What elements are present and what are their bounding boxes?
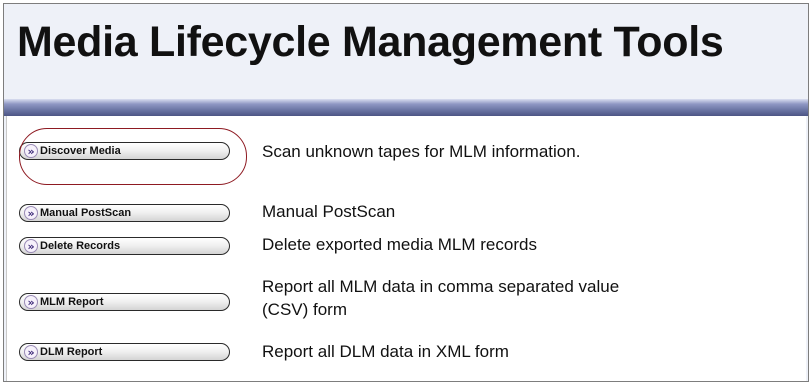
double-chevron-right-icon: » <box>24 206 38 220</box>
delete-records-button[interactable]: » Delete Records <box>19 237 230 255</box>
manual-postscan-button[interactable]: » Manual PostScan <box>19 204 230 222</box>
tools-window: Media Lifecycle Management Tools » Disco… <box>3 3 809 382</box>
delete-records-description: Delete exported media MLM records <box>262 235 537 254</box>
mlm-report-description-line2: (CSV) form <box>262 300 347 319</box>
mlm-report-button[interactable]: » MLM Report <box>19 293 230 311</box>
double-chevron-right-icon: » <box>24 144 38 158</box>
double-chevron-right-icon: » <box>24 239 38 253</box>
double-chevron-right-icon: » <box>24 345 38 359</box>
manual-postscan-label: Manual PostScan <box>40 207 132 219</box>
double-chevron-right-icon: » <box>24 295 38 309</box>
dlm-report-button[interactable]: » DLM Report <box>19 343 230 361</box>
discover-media-label: Discover Media <box>40 145 121 157</box>
delete-records-label: Delete Records <box>40 240 121 252</box>
dlm-report-label: DLM Report <box>40 346 103 358</box>
discover-media-description: Scan unknown tapes for MLM information. <box>262 142 581 161</box>
page-title: Media Lifecycle Management Tools <box>17 18 724 66</box>
discover-media-button[interactable]: » Discover Media <box>19 142 230 160</box>
mlm-report-label: MLM Report <box>40 296 104 308</box>
tools-panel: » Discover Media Scan unknown tapes for … <box>6 116 806 381</box>
title-bar <box>4 99 808 116</box>
mlm-report-description-line1: Report all MLM data in comma separated v… <box>262 277 620 296</box>
manual-postscan-description: Manual PostScan <box>262 202 396 221</box>
dlm-report-description: Report all DLM data in XML form <box>262 342 509 361</box>
